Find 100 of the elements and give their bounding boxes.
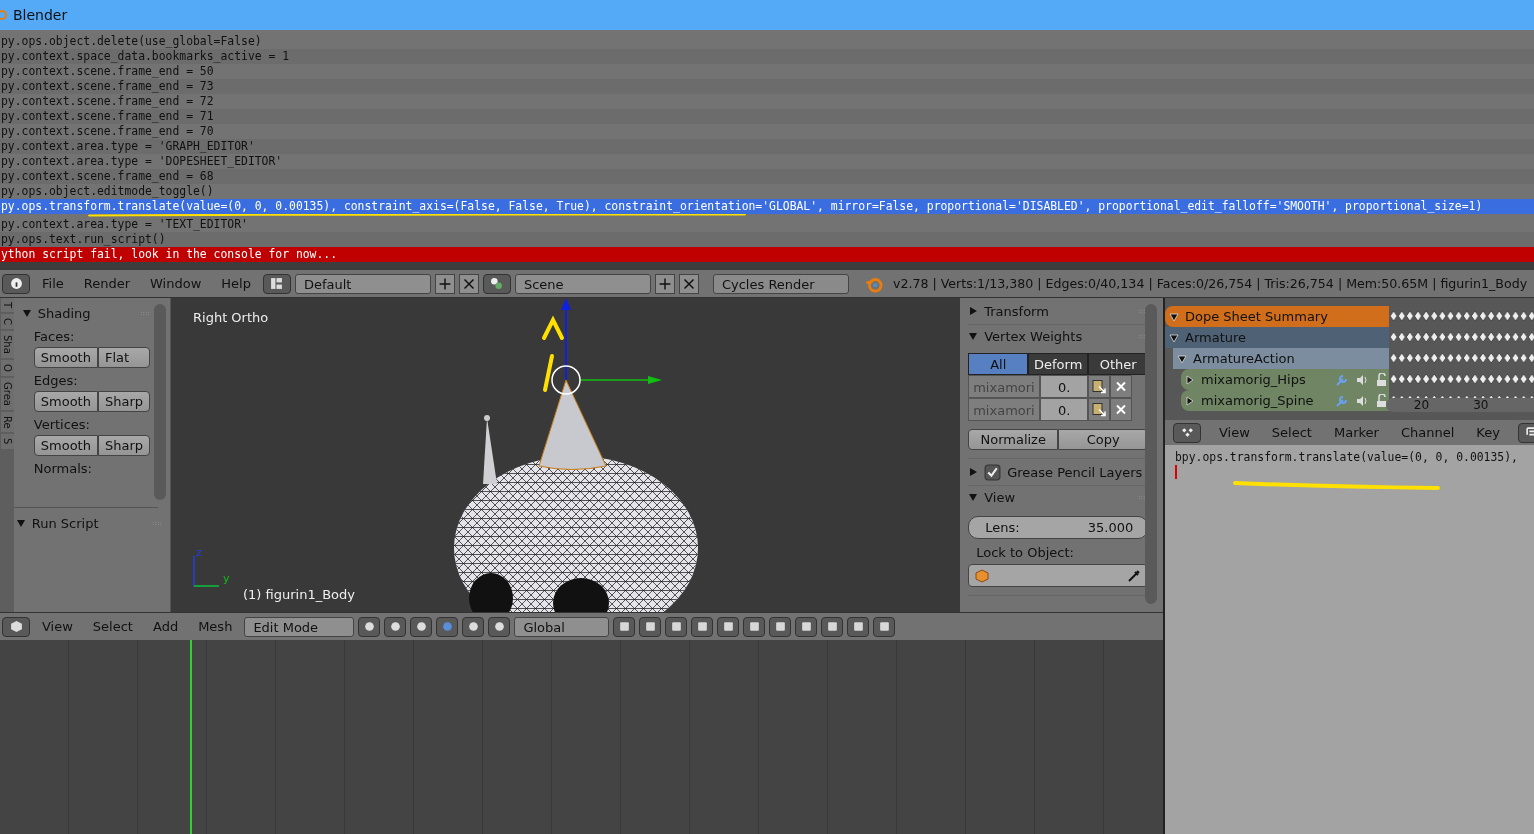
- panel-title[interactable]: View: [984, 489, 1016, 505]
- panel-title[interactable]: Run Script: [31, 515, 99, 531]
- window-title: Blender: [13, 7, 68, 23]
- console-line: py.ops.object.editmode_toggle(): [0, 184, 215, 199]
- scene-field[interactable]: Scene: [514, 273, 651, 294]
- expand-arrow-icon[interactable]: [968, 492, 979, 502]
- scrollbar[interactable]: [1145, 304, 1157, 604]
- cube-icon: [9, 620, 23, 633]
- unlocked-padlock-icon[interactable]: [1375, 393, 1389, 408]
- axis-label: z: [196, 546, 202, 559]
- object-label: (1) figurin1_Body: [243, 587, 355, 602]
- panel-title[interactable]: Shading: [37, 305, 91, 321]
- vertex-group-name[interactable]: mixamori: [968, 375, 1041, 398]
- shading-button[interactable]: Smooth: [33, 347, 98, 368]
- menu-item[interactable]: Mesh: [190, 619, 241, 634]
- expand-arrow-icon[interactable]: [968, 306, 979, 316]
- eyedropper-icon[interactable]: [1127, 568, 1142, 583]
- filter-tab[interactable]: All: [968, 353, 1029, 375]
- channel-row[interactable]: Dope Sheet Summary: [1165, 306, 1389, 327]
- expand-arrow-icon[interactable]: [968, 467, 979, 477]
- orientation-dropdown[interactable]: Global: [514, 616, 610, 637]
- channel-row[interactable]: mixamorig_Spine: [1181, 390, 1389, 411]
- cube-icon: [975, 568, 990, 583]
- expand-arrow-icon[interactable]: [1185, 374, 1195, 385]
- app-logo-icon: [0, 10, 7, 20]
- close-icon[interactable]: [1110, 375, 1133, 398]
- expand-arrow-icon[interactable]: [15, 518, 26, 528]
- sphere-icon: [362, 620, 376, 633]
- menu-item[interactable]: View: [34, 619, 81, 634]
- tool-tab[interactable]: O: [1, 359, 14, 376]
- paste-icon[interactable]: [1088, 398, 1111, 421]
- tool-tab[interactable]: S: [1, 434, 14, 449]
- panel-title[interactable]: Vertex Weights: [984, 328, 1083, 344]
- shading-button[interactable]: Sharp: [97, 435, 150, 456]
- checkbox[interactable]: [984, 463, 1002, 481]
- scene-stats: v2.78 | Verts:1/13,380 | Edges:0/40,134 | Faces:0/26,754 | Tris:26,754 | Mem:50.65M | figurin1_Body: [892, 276, 1528, 291]
- menu-item[interactable]: Key: [1472, 425, 1504, 440]
- group-label: Faces:: [32, 328, 76, 346]
- layout-button[interactable]: [262, 273, 291, 294]
- channel-row[interactable]: ArmatureAction: [1173, 348, 1389, 369]
- unlocked-padlock-icon[interactable]: [1375, 372, 1389, 387]
- channel-row[interactable]: mixamorig_Hips: [1181, 369, 1389, 390]
- menu-item[interactable]: Channel: [1396, 425, 1459, 440]
- tool-tab[interactable]: Sha: [1, 331, 14, 358]
- menu-item[interactable]: Render: [75, 276, 139, 291]
- axis-label: y: [223, 572, 230, 585]
- editor-type-button[interactable]: [1173, 422, 1201, 443]
- code-line: bpy.ops.transform.translate(value=(0, 0, 0.00135),: [1175, 450, 1518, 464]
- shading-button[interactable]: Smooth: [33, 391, 98, 412]
- expand-arrow-icon[interactable]: [968, 331, 979, 341]
- weight-field[interactable]: 0.: [1040, 375, 1089, 398]
- mode-dropdown[interactable]: Edit Mode: [244, 616, 355, 637]
- plus-icon[interactable]: [434, 273, 455, 294]
- menu-item[interactable]: File: [34, 276, 72, 291]
- shading-button[interactable]: Flat: [97, 347, 150, 368]
- tool-tab[interactable]: Re: [1, 411, 14, 433]
- scene-button[interactable]: [482, 273, 511, 294]
- expand-arrow-icon[interactable]: [1169, 311, 1179, 322]
- close-icon[interactable]: [678, 273, 699, 294]
- group-label: Normals:: [32, 460, 93, 478]
- group-label: Edges:: [32, 372, 79, 390]
- panel-title[interactable]: Grease Pencil Layers: [1007, 464, 1143, 480]
- scene-icon: [490, 277, 504, 290]
- expand-arrow-icon[interactable]: [1185, 395, 1195, 406]
- menu-item[interactable]: Help: [213, 276, 259, 291]
- menu-item[interactable]: Select: [84, 619, 141, 634]
- vertex-group-name[interactable]: mixamori: [968, 398, 1041, 421]
- console-line: py.context.scene.frame_end = 72: [0, 94, 215, 109]
- menu-item[interactable]: Marker: [1329, 425, 1383, 440]
- weight-field[interactable]: 0.: [1040, 398, 1089, 421]
- menu-item[interactable]: View: [1215, 425, 1254, 440]
- weight-button[interactable]: Normalize: [968, 429, 1059, 450]
- editor-type-button[interactable]: [2, 616, 30, 637]
- tool-tab[interactable]: T: [1, 298, 14, 313]
- console-line: py.context.area.type = 'TEXT_EDITOR': [0, 217, 249, 232]
- close-icon[interactable]: [458, 273, 479, 294]
- console-line: py.ops.object.delete(use_global=False): [0, 34, 263, 49]
- menu-item[interactable]: Select: [1267, 425, 1316, 440]
- shading-button[interactable]: Smooth: [33, 435, 98, 456]
- shading-button[interactable]: Sharp: [97, 391, 150, 412]
- channel-row[interactable]: Armature: [1165, 327, 1389, 348]
- menu-item[interactable]: Window: [142, 276, 210, 291]
- screen-layout-field[interactable]: Default: [294, 273, 431, 294]
- editor-type-button[interactable]: [2, 273, 30, 294]
- filter-tab[interactable]: Deform: [1028, 353, 1089, 375]
- menu-item[interactable]: Add: [144, 619, 187, 634]
- console-line: py.context.scene.frame_end = 70: [0, 124, 215, 139]
- console-line: py.context.scene.frame_end = 50: [0, 64, 215, 79]
- render-engine-dropdown[interactable]: Cycles Render: [712, 273, 849, 294]
- scrollbar[interactable]: [154, 304, 166, 500]
- close-icon[interactable]: [1110, 398, 1133, 421]
- tool-tab[interactable]: Grea: [1, 377, 14, 410]
- sphere-button[interactable]: [358, 616, 381, 637]
- panel-title[interactable]: Transform: [984, 303, 1049, 319]
- plus-icon[interactable]: [654, 273, 675, 294]
- expand-arrow-icon[interactable]: [21, 308, 32, 318]
- paste-icon[interactable]: [1088, 375, 1111, 398]
- expand-arrow-icon[interactable]: [1177, 353, 1187, 364]
- tool-tab[interactable]: C: [1, 314, 14, 330]
- expand-arrow-icon[interactable]: [1169, 332, 1179, 343]
